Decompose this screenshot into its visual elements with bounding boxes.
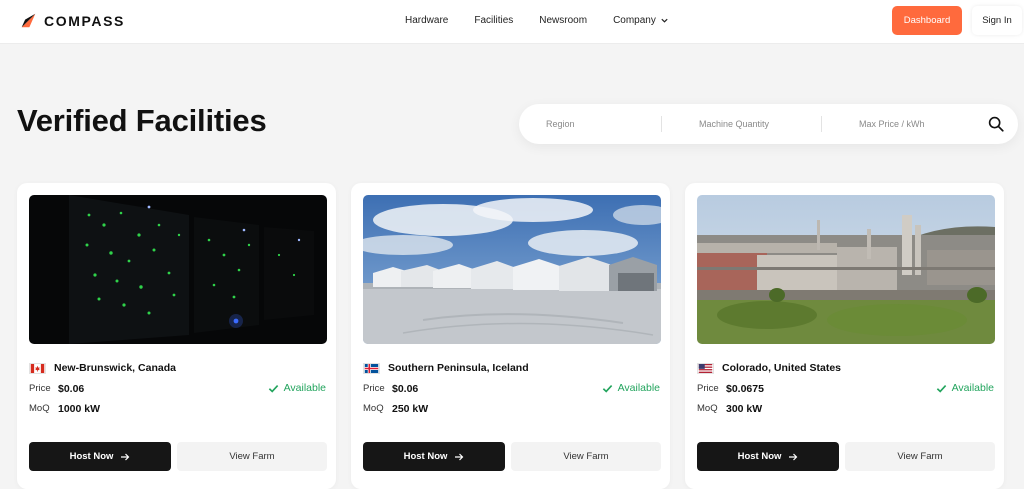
- moq-label: MoQ: [697, 403, 718, 414]
- arrow-right-icon: [789, 453, 798, 460]
- checkmark-icon: [602, 384, 612, 393]
- button-label: Host Now: [69, 451, 114, 462]
- nav-link-label: Hardware: [405, 15, 449, 26]
- moq-value: 250 kW: [392, 403, 429, 415]
- moq-label: MoQ: [29, 403, 50, 414]
- nav-link-label: Newsroom: [539, 15, 588, 26]
- price-row: Price $0.06: [29, 383, 84, 395]
- nav-link-hardware[interactable]: Hardware: [405, 15, 448, 26]
- nav-link-newsroom[interactable]: Newsroom: [539, 15, 587, 26]
- location-name: Southern Peninsula, Iceland: [388, 362, 529, 374]
- divider: [661, 116, 662, 132]
- facility-location: Colorado, United States: [697, 362, 841, 374]
- machine-quantity-field[interactable]: Machine Quantity: [699, 119, 769, 129]
- facility-photo: [697, 195, 995, 344]
- availability-status: Available: [602, 382, 660, 394]
- facility-photo: [363, 195, 661, 344]
- price-label: Price: [697, 383, 719, 394]
- brand-logo[interactable]: COMPASS: [20, 12, 125, 29]
- moq-value: 1000 kW: [58, 403, 101, 415]
- colorado-facility-image: [697, 195, 995, 344]
- price-value: $0.06: [58, 383, 85, 395]
- facility-card: Southern Peninsula, Iceland Price $0.06 …: [351, 183, 670, 489]
- status-text: Available: [283, 382, 326, 394]
- nav-link-label: Company: [613, 15, 656, 26]
- view-farm-button[interactable]: View Farm: [177, 442, 327, 471]
- view-farm-button[interactable]: View Farm: [511, 442, 661, 471]
- view-farm-button[interactable]: View Farm: [845, 442, 995, 471]
- moq-value: 300 kW: [726, 403, 763, 415]
- location-name: Colorado, United States: [722, 362, 842, 374]
- moq-label: MoQ: [363, 403, 384, 414]
- availability-status: Available: [268, 382, 326, 394]
- nav-link-label: Facilities: [474, 15, 514, 26]
- price-value: $0.06: [392, 383, 419, 395]
- sign-in-button[interactable]: Sign In: [972, 6, 1022, 35]
- host-now-button[interactable]: Host Now: [29, 442, 171, 471]
- server-room-image: [29, 195, 327, 344]
- status-text: Available: [617, 382, 660, 394]
- availability-status: Available: [936, 382, 994, 394]
- dashboard-button[interactable]: Dashboard: [892, 6, 962, 35]
- price-label: Price: [29, 383, 51, 394]
- nav-link-facilities[interactable]: Facilities: [474, 15, 513, 26]
- max-price-field[interactable]: Max Price / kWh: [859, 119, 925, 129]
- moq-row: MoQ 1000 kW: [29, 403, 100, 415]
- button-label: Host Now: [737, 451, 782, 462]
- price-label: Price: [363, 383, 385, 394]
- host-now-button[interactable]: Host Now: [363, 442, 505, 471]
- moq-row: MoQ 300 kW: [697, 403, 762, 415]
- iceland-flag-icon: [363, 362, 380, 374]
- compass-logo-icon: [21, 13, 36, 28]
- top-nav: COMPASS Hardware Facilities Newsroom Com…: [0, 0, 1024, 44]
- arrow-right-icon: [121, 453, 130, 460]
- facility-photo: [29, 195, 327, 344]
- canada-flag-icon: [29, 362, 46, 374]
- price-row: Price $0.06: [363, 383, 418, 395]
- button-label: Host Now: [403, 451, 448, 462]
- moq-row: MoQ 250 kW: [363, 403, 428, 415]
- iceland-facility-image: [363, 195, 661, 344]
- checkmark-icon: [268, 384, 278, 393]
- brand-name: COMPASS: [44, 12, 125, 29]
- usa-flag-icon: [697, 362, 714, 374]
- facility-search-bar: Region Machine Quantity Max Price / kWh: [519, 104, 1018, 144]
- price-row: Price $0.0675: [697, 383, 764, 395]
- host-now-button[interactable]: Host Now: [697, 442, 839, 471]
- chevron-down-icon: [661, 18, 668, 23]
- arrow-right-icon: [455, 453, 464, 460]
- facility-card: New-Brunswick, Canada Price $0.06 MoQ 10…: [17, 183, 336, 489]
- page-title: Verified Facilities: [17, 103, 267, 138]
- main-menu: Hardware Facilities Newsroom Company: [405, 15, 669, 26]
- facility-location: Southern Peninsula, Iceland: [363, 362, 529, 374]
- status-text: Available: [951, 382, 994, 394]
- price-value: $0.0675: [726, 383, 764, 395]
- divider: [821, 116, 822, 132]
- location-name: New-Brunswick, Canada: [54, 362, 176, 374]
- region-field[interactable]: Region: [546, 119, 575, 129]
- checkmark-icon: [936, 384, 946, 393]
- nav-link-company[interactable]: Company: [613, 15, 669, 26]
- facility-location: New-Brunswick, Canada: [29, 362, 176, 374]
- facility-card: Colorado, United States Price $0.0675 Mo…: [685, 183, 1004, 489]
- search-icon[interactable]: [987, 115, 1005, 133]
